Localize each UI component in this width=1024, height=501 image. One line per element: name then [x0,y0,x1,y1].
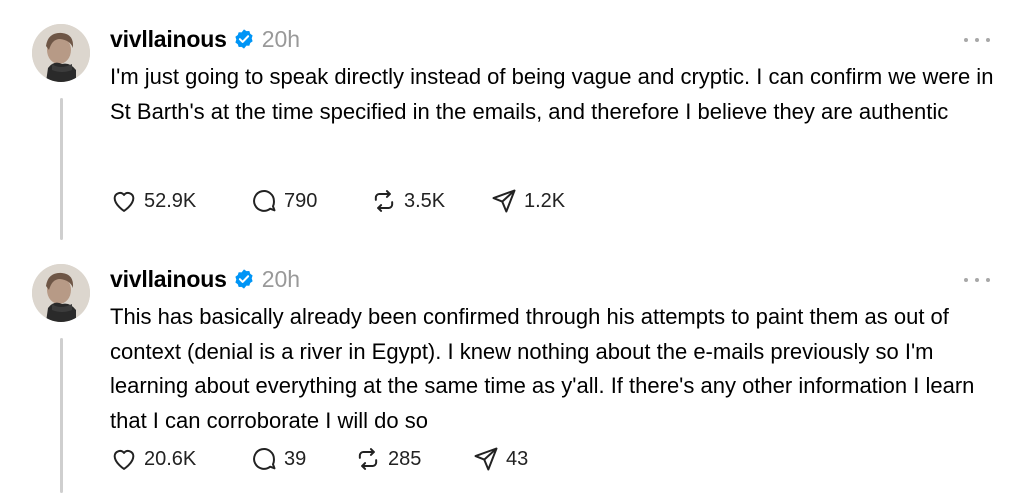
more-icon[interactable] [964,36,990,44]
avatar[interactable] [32,264,90,322]
share-count: 1.2K [524,189,566,212]
share-button[interactable]: 1.2K [490,187,565,215]
username[interactable]: vivllainous [110,266,227,293]
thread-line [60,338,63,493]
post-timestamp: 20h [261,25,301,52]
post-actions: 52.9K 790 3.5K 1.2K [110,186,565,216]
avatar[interactable] [32,24,90,82]
repost-icon [354,445,382,473]
reply-count: 39 [284,447,307,470]
verified-icon [233,28,255,50]
verified-icon [233,268,255,290]
like-count: 52.9K [144,189,197,212]
repost-icon [370,187,398,215]
like-count: 20.6K [144,447,197,470]
repost-count: 3.5K [404,189,446,212]
like-button[interactable]: 52.9K [110,187,250,215]
post-header: vivllainous 20h [110,24,300,54]
comment-icon [250,187,278,215]
share-button[interactable]: 43 [472,445,528,473]
thread-post: vivllainous 20h This has basically alrea… [0,240,1024,501]
more-icon[interactable] [964,276,990,284]
comment-icon [250,445,278,473]
share-icon [472,445,500,473]
share-icon [490,187,518,215]
thread-post: vivllainous 20h I'm just going to speak … [0,0,1024,240]
post-timestamp: 20h [261,265,301,292]
repost-button[interactable]: 3.5K [370,187,490,215]
username[interactable]: vivllainous [110,26,227,53]
repost-button[interactable]: 285 [354,445,472,473]
share-count: 43 [506,447,529,470]
post-text: This has basically already been confirme… [110,304,975,433]
heart-icon [110,445,138,473]
post-header: vivllainous 20h [110,264,300,294]
thread-line [60,98,63,240]
like-button[interactable]: 20.6K [110,445,250,473]
reply-button[interactable]: 790 [250,187,370,215]
reply-button[interactable]: 39 [250,445,354,473]
post-actions: 20.6K 39 285 43 [110,444,528,474]
post-text: I'm just going to speak directly instead… [110,64,994,124]
reply-count: 790 [284,189,318,212]
repost-count: 285 [388,447,422,470]
heart-icon [110,187,138,215]
